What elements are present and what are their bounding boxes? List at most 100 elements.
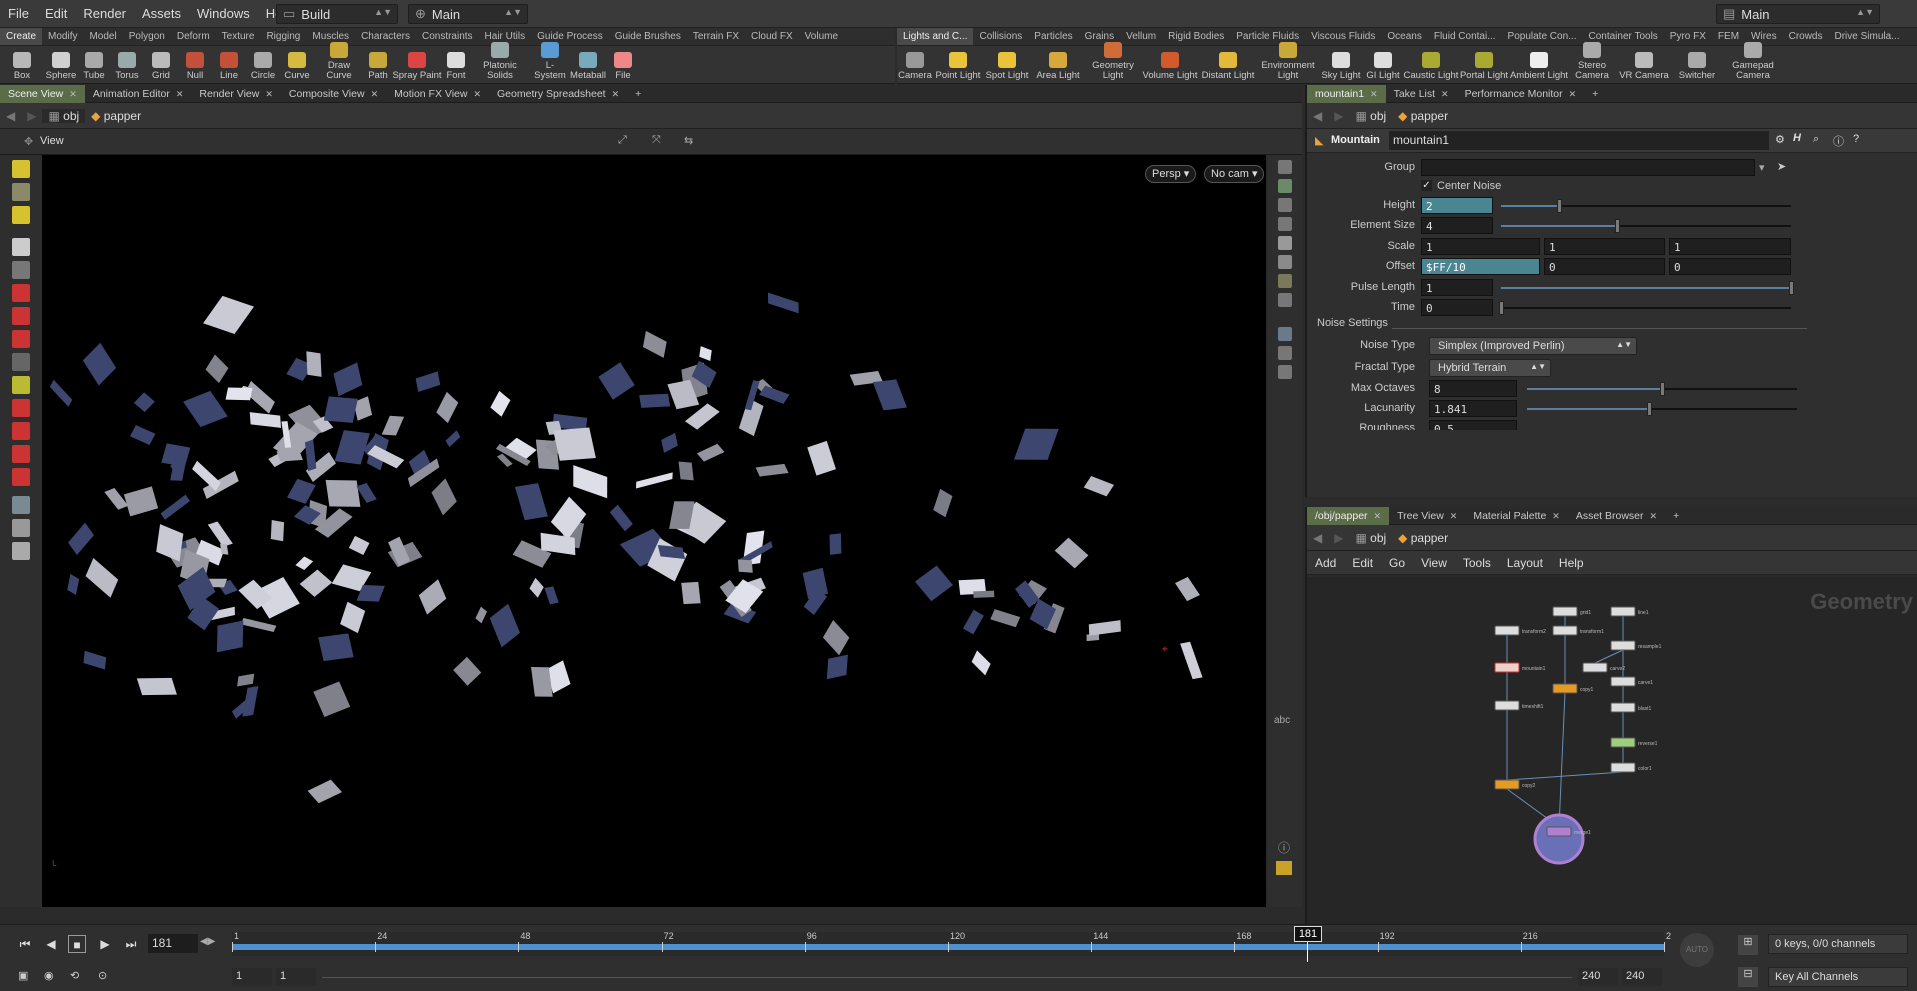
abc-icon[interactable]: abc <box>1274 715 1290 726</box>
node-reverse1[interactable] <box>1610 737 1636 748</box>
tool-stereo-camera[interactable]: Stereo Camera <box>1569 42 1615 84</box>
eye-icon[interactable] <box>1278 160 1292 174</box>
shelf-tab-pyro-fx[interactable]: Pyro FX <box>1664 28 1712 45</box>
node-grid1[interactable] <box>1552 606 1578 617</box>
step-back-icon[interactable]: ◀ <box>42 935 60 953</box>
help-h-icon[interactable]: H <box>1793 132 1801 144</box>
max-octaves-slider[interactable] <box>1527 382 1797 396</box>
node-carve1[interactable] <box>1610 676 1636 687</box>
tool-sphere[interactable]: Sphere <box>44 52 78 84</box>
close-icon[interactable]: ✕ <box>176 89 184 99</box>
tool-caustic-light[interactable]: Caustic Light <box>1403 52 1459 84</box>
shelf-tab-particles[interactable]: Particles <box>1028 28 1078 45</box>
tool-curve[interactable]: Curve <box>280 52 314 84</box>
shelf-tab-deform[interactable]: Deform <box>171 28 216 45</box>
max-octaves-field[interactable]: 8 <box>1429 380 1517 397</box>
back-icon[interactable]: ◀ <box>0 109 21 123</box>
search-icon[interactable]: ⌕ <box>1813 133 1819 146</box>
tab-mountain1[interactable]: mountain1 ✕ <box>1307 84 1386 103</box>
visualize-icon[interactable] <box>1278 327 1292 341</box>
node-color1[interactable] <box>1610 762 1636 773</box>
tool-geometry-light[interactable]: Geometry Light <box>1085 42 1141 84</box>
shelf-tab-oceans[interactable]: Oceans <box>1381 28 1427 45</box>
jump-end-icon[interactable]: ⏭ <box>122 935 140 953</box>
tab-performance-monitor[interactable]: Performance Monitor ✕ <box>1457 85 1585 103</box>
network-editor[interactable]: Geometry grid1 transform2 transform1 line1 r… <box>1307 577 1917 924</box>
offset-y-field[interactable]: 0 <box>1544 258 1665 275</box>
offset-z-field[interactable]: 0 <box>1669 258 1791 275</box>
offset-x-field[interactable]: $FF/10 <box>1421 258 1540 275</box>
net-menu-add[interactable]: Add <box>1307 556 1344 570</box>
pose-icon[interactable] <box>12 376 30 394</box>
tool-metaball[interactable]: Metaball <box>570 52 606 84</box>
end-frame-field[interactable]: 240 <box>1578 968 1618 986</box>
group-dropdown-icon[interactable]: ▾ <box>1759 161 1765 174</box>
magnet2-icon[interactable] <box>12 422 30 440</box>
param-back-icon[interactable]: ◀ <box>1307 109 1328 123</box>
points-icon[interactable] <box>1278 346 1292 360</box>
height-field[interactable]: 2 <box>1421 197 1493 214</box>
height-slider[interactable] <box>1501 199 1791 213</box>
magnet3-icon[interactable] <box>12 445 30 463</box>
close-icon[interactable]: ✕ <box>371 89 379 99</box>
net-forward-icon[interactable]: ▶ <box>1328 531 1349 545</box>
start-frame-field-2[interactable]: 1 <box>276 968 316 986</box>
node-transform2[interactable] <box>1494 625 1520 636</box>
tool-torus[interactable]: Torus <box>110 52 144 84</box>
viewport[interactable]: ⌖ Persp ▾ No cam ▾ └ <box>42 155 1266 907</box>
node-copy1[interactable] <box>1552 683 1578 694</box>
node-line1[interactable] <box>1610 606 1636 617</box>
menu-windows[interactable]: Windows <box>189 6 258 21</box>
lock-camera-icon[interactable] <box>1278 198 1292 212</box>
scale-icon[interactable] <box>12 330 30 348</box>
shading-icon[interactable] <box>1278 236 1292 250</box>
node-resample1[interactable] <box>1610 640 1636 651</box>
key-all-channels-button[interactable]: Key All Channels <box>1768 967 1908 987</box>
current-frame-marker[interactable]: 181 <box>1294 926 1322 942</box>
audio-icon[interactable]: ◉ <box>44 969 54 982</box>
add-tab-icon[interactable]: + <box>1584 85 1606 103</box>
node-transform1[interactable] <box>1552 625 1578 636</box>
lighting-icon[interactable] <box>1278 255 1292 269</box>
jump-start-icon[interactable]: ⏮ <box>16 935 34 953</box>
select-tool-icon[interactable] <box>12 160 30 178</box>
param-path-papper[interactable]: ◆ papper <box>1392 109 1454 123</box>
tool-spot-light[interactable]: Spot Light <box>983 52 1031 84</box>
tab-motion-fx-view[interactable]: Motion FX View ✕ <box>386 85 489 103</box>
tool-font[interactable]: Font <box>442 52 470 84</box>
tab--obj-papper[interactable]: /obj/papper ✕ <box>1307 506 1390 525</box>
path-obj[interactable]: ▦ obj <box>42 108 86 123</box>
time-slider[interactable] <box>1499 301 1791 315</box>
tool-path[interactable]: Path <box>364 52 392 84</box>
menu-edit[interactable]: Edit <box>37 6 75 21</box>
display-icon[interactable] <box>1278 179 1292 193</box>
grid-layout-icon[interactable] <box>1276 861 1292 875</box>
start-frame-field[interactable]: 1 <box>232 968 272 986</box>
timeline-ruler[interactable]: 1 24 48 72 96 120 144 168 192 216 2 <box>232 931 1671 956</box>
shelf-tab-model[interactable]: Model <box>83 28 122 45</box>
close-icon[interactable]: ✕ <box>69 89 77 99</box>
forward-icon[interactable]: ▶ <box>21 109 42 123</box>
tab-scene-view[interactable]: Scene View ✕ <box>0 84 85 103</box>
close-icon[interactable]: ✕ <box>1650 511 1658 521</box>
shelf-tab-crowds[interactable]: Crowds <box>1783 28 1829 45</box>
node-timeshift1[interactable] <box>1494 700 1520 711</box>
tool-gi-light[interactable]: GI Light <box>1363 52 1403 84</box>
add-tab-icon[interactable]: + <box>627 85 649 103</box>
help-icon[interactable]: ? <box>1853 133 1859 145</box>
handle-tool-icon[interactable] <box>12 353 30 371</box>
max-octaves-slider-handle[interactable] <box>1660 382 1665 396</box>
shelf-tab-rigid-bodies[interactable]: Rigid Bodies <box>1162 28 1230 45</box>
context-dropdown[interactable]: ⊕ Main ▲▼ <box>408 4 528 24</box>
menu-assets[interactable]: Assets <box>134 6 189 21</box>
tab-geometry-spreadsheet[interactable]: Geometry Spreadsheet ✕ <box>489 85 627 103</box>
path-papper[interactable]: ◆ papper <box>85 109 147 123</box>
close-icon[interactable]: ✕ <box>1552 511 1560 521</box>
param-path-obj[interactable]: ▦ obj <box>1349 109 1392 123</box>
snap-icon[interactable]: ⤧ <box>652 134 661 147</box>
options-icon[interactable]: ⊙ <box>98 969 107 982</box>
lacunarity-field[interactable]: 1.841 <box>1429 400 1517 417</box>
tool-environment-light[interactable]: Environment Light <box>1257 42 1319 84</box>
normals-icon[interactable] <box>1278 365 1292 379</box>
tab-render-view[interactable]: Render View ✕ <box>191 85 280 103</box>
